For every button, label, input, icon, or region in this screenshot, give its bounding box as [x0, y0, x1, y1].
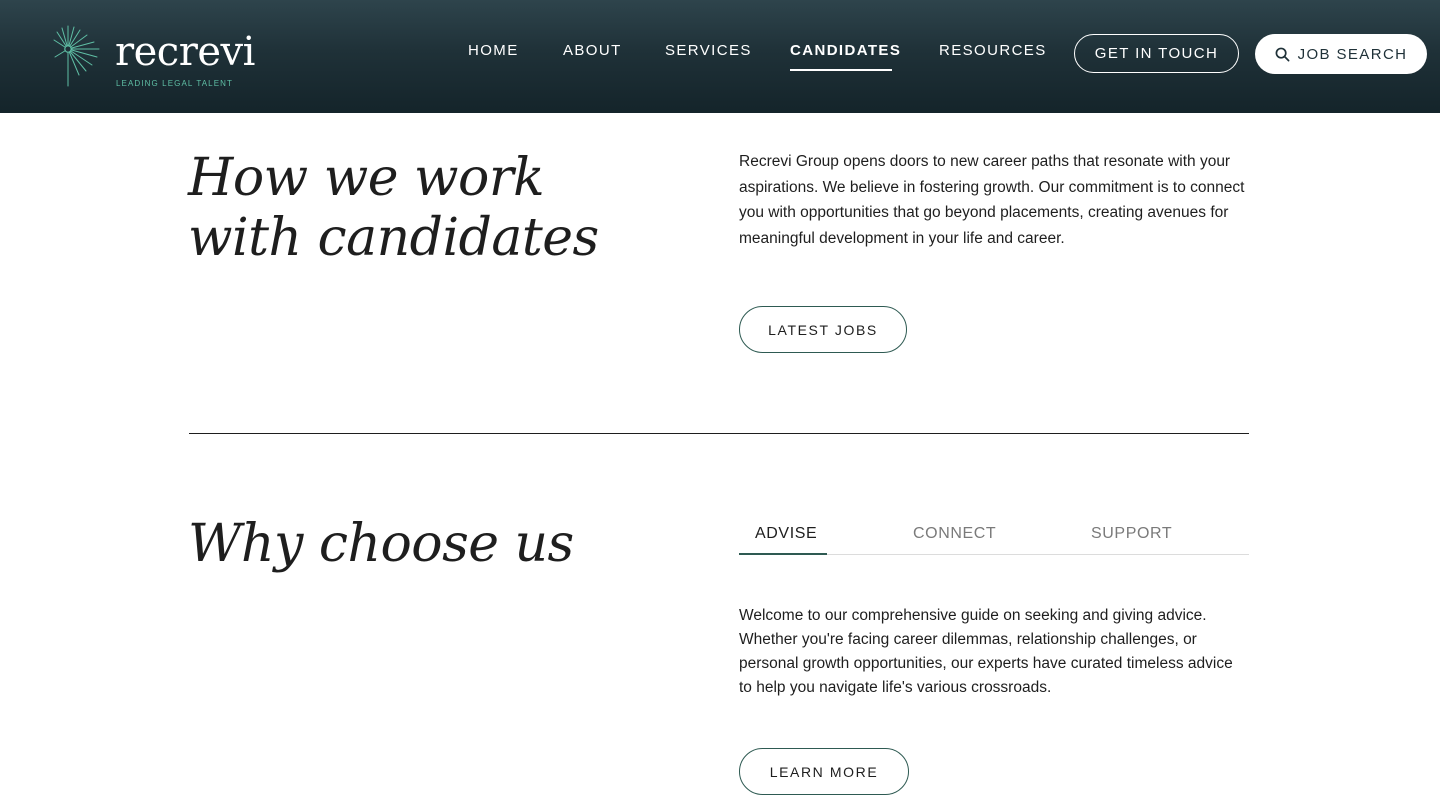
brand-tagline: LEADING LEGAL TALENT	[116, 79, 233, 88]
search-icon	[1275, 47, 1289, 61]
work-section-heading: How we work with candidates	[188, 148, 599, 268]
site-header: recrevi LEADING LEGAL TALENT HOME ABOUT …	[0, 0, 1440, 113]
learn-more-label: LEARN MORE	[769, 763, 879, 780]
get-in-touch-button[interactable]: GET IN TOUCH	[1074, 34, 1239, 73]
latest-jobs-button[interactable]: LATEST JOBS	[739, 306, 907, 353]
nav-item-about[interactable]: ABOUT	[563, 42, 622, 59]
starburst-logo-icon	[53, 25, 100, 87]
work-section-body: Recrevi Group opens doors to new career …	[739, 153, 1245, 247]
job-search-button[interactable]: JOB SEARCH	[1255, 34, 1427, 74]
latest-jobs-label: LATEST JOBS	[768, 321, 878, 338]
why-section-heading: Why choose us	[188, 514, 574, 574]
why-tabs: ADVISE CONNECT SUPPORT	[739, 516, 1249, 555]
tab-active-indicator	[739, 553, 827, 555]
tab-support[interactable]: SUPPORT	[1091, 525, 1172, 543]
get-in-touch-label: GET IN TOUCH	[1094, 45, 1219, 62]
learn-more-button[interactable]: LEARN MORE	[739, 748, 909, 795]
nav-item-resources[interactable]: RESOURCES	[939, 42, 1047, 59]
advise-tab-body: Welcome to our comprehensive guide on se…	[739, 607, 1233, 696]
tab-advise[interactable]: ADVISE	[755, 525, 817, 543]
nav-item-candidates[interactable]: CANDIDATES	[790, 42, 901, 59]
tab-connect[interactable]: CONNECT	[913, 525, 996, 543]
job-search-label: JOB SEARCH	[1297, 45, 1408, 63]
nav-active-underline	[790, 69, 892, 71]
nav-item-home[interactable]: HOME	[468, 42, 519, 59]
section-divider	[189, 433, 1249, 434]
brand-logo[interactable]: recrevi LEADING LEGAL TALENT	[52, 24, 272, 90]
nav-item-services[interactable]: SERVICES	[665, 42, 752, 59]
brand-name: recrevi	[115, 29, 255, 75]
